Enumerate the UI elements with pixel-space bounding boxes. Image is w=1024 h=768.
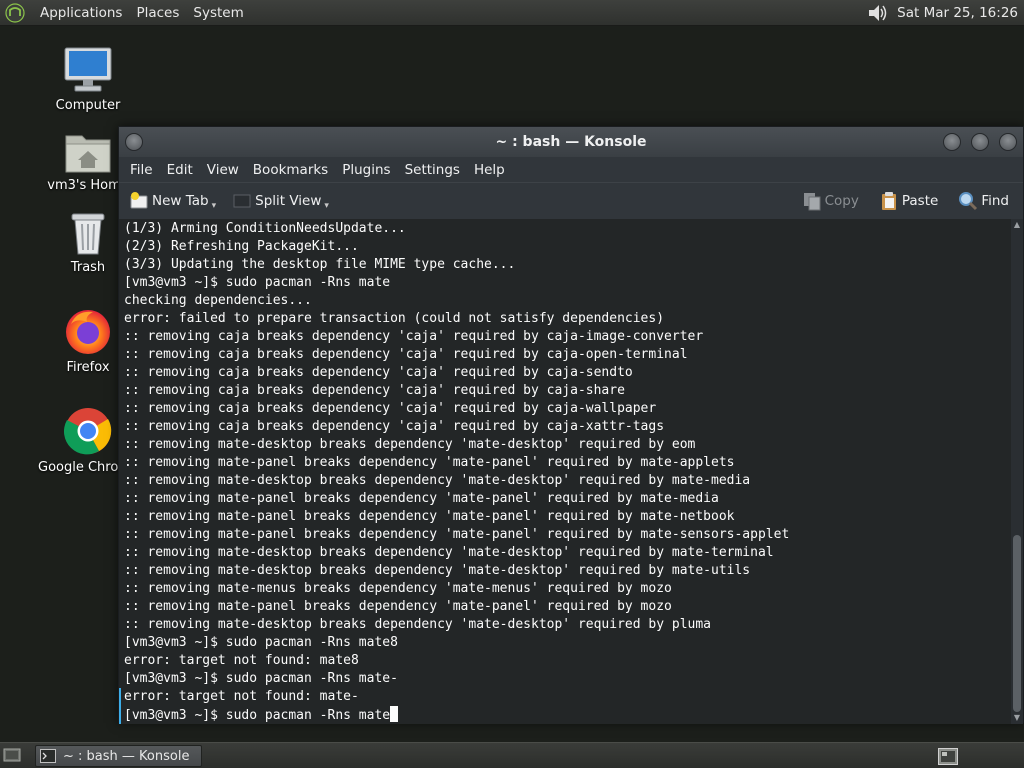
- terminal-line: :: removing mate-panel breaks dependency…: [124, 491, 719, 506]
- terminal-prompt-line[interactable]: [vm3@vm3 ~]$ sudo pacman -Rns mate: [124, 706, 1011, 724]
- scrollbar-thumb[interactable]: [1013, 535, 1021, 712]
- terminal-prompt: [vm3@vm3 ~]$ sudo pacman -Rns mate: [124, 708, 391, 723]
- trash-icon: [71, 213, 105, 255]
- scroll-down-icon[interactable]: ▼: [1011, 712, 1023, 724]
- terminal-line: error: target not found: mate-: [124, 689, 359, 704]
- terminal-line: :: removing mate-menus breaks dependency…: [124, 581, 672, 596]
- menu-bookmarks[interactable]: Bookmarks: [246, 162, 335, 178]
- top-panel: Applications Places System Sat Mar 25, 1…: [0, 0, 1024, 26]
- terminal-line: error: failed to prepare transaction (co…: [124, 311, 665, 326]
- minimize-button[interactable]: [943, 133, 961, 151]
- copy-button[interactable]: Copy: [796, 186, 865, 216]
- menu-edit[interactable]: Edit: [160, 162, 200, 178]
- terminal-line: :: removing caja breaks dependency 'caja…: [124, 419, 665, 434]
- home-folder-icon: [65, 135, 111, 173]
- close-button[interactable]: [999, 133, 1017, 151]
- menu-help[interactable]: Help: [467, 162, 512, 178]
- search-icon: [959, 191, 978, 210]
- firefox-icon: [66, 310, 110, 354]
- applications-menu[interactable]: Applications: [33, 0, 129, 26]
- desktop-icon-label: Computer: [55, 98, 121, 113]
- bottom-panel: ~ : bash — Konsole: [0, 742, 1024, 768]
- terminal-line: (1/3) Arming ConditionNeedsUpdate...: [124, 221, 406, 236]
- chevron-down-icon: ▾: [211, 200, 217, 211]
- new-tab-button[interactable]: New Tab ▾: [123, 186, 222, 216]
- terminal-line: error: target not found: mate8: [124, 653, 359, 668]
- terminal-output[interactable]: (1/3) Arming ConditionNeedsUpdate... (2/…: [119, 219, 1011, 724]
- text-cursor: [390, 706, 399, 722]
- terminal-line: (3/3) Updating the desktop file MIME typ…: [124, 257, 516, 272]
- terminal-line: [vm3@vm3 ~]$ sudo pacman -Rns mate8: [124, 635, 398, 650]
- terminal-line: :: removing mate-panel breaks dependency…: [124, 599, 672, 614]
- terminal-line: :: removing caja breaks dependency 'caja…: [124, 383, 625, 398]
- terminal-line: :: removing mate-panel breaks dependency…: [124, 455, 735, 470]
- find-button[interactable]: Find: [952, 186, 1015, 216]
- chrome-icon: [63, 408, 112, 455]
- new-tab-icon: [130, 191, 148, 208]
- terminal-line: :: removing mate-desktop breaks dependen…: [124, 437, 696, 452]
- terminal-line: [vm3@vm3 ~]$ sudo pacman -Rns mate: [124, 275, 391, 290]
- menu-settings[interactable]: Settings: [398, 162, 467, 178]
- window-titlebar[interactable]: ~ : bash — Konsole: [119, 127, 1023, 157]
- window-menu-button[interactable]: [125, 133, 143, 151]
- terminal-line: :: removing caja breaks dependency 'caja…: [124, 329, 704, 344]
- volume-icon[interactable]: [867, 3, 889, 23]
- terminal-line: :: removing caja breaks dependency 'caja…: [124, 401, 657, 416]
- scroll-up-icon[interactable]: ▲: [1011, 219, 1023, 231]
- chevron-down-icon: ▾: [324, 200, 329, 211]
- terminal-line: :: removing caja breaks dependency 'caja…: [124, 347, 688, 362]
- places-menu[interactable]: Places: [129, 0, 186, 26]
- split-view-icon: [233, 194, 251, 207]
- split-view-button[interactable]: Split View ▾: [226, 186, 335, 216]
- window-title: ~ : bash — Konsole: [495, 134, 647, 150]
- copy-label: Copy: [824, 192, 859, 209]
- taskbar-button-konsole[interactable]: ~ : bash — Konsole: [35, 745, 202, 767]
- menu-view[interactable]: View: [200, 162, 246, 178]
- workspace-switcher-icon[interactable]: [938, 748, 958, 765]
- output-marker: [119, 688, 121, 724]
- desktop-icon-computer[interactable]: Computer: [38, 46, 138, 113]
- menu-plugins[interactable]: Plugins: [335, 162, 397, 178]
- copy-icon: [803, 192, 821, 210]
- system-menu[interactable]: System: [186, 0, 250, 26]
- terminal-line: :: removing mate-panel breaks dependency…: [124, 509, 735, 524]
- terminal-line: (2/3) Refreshing PackageKit...: [124, 239, 359, 254]
- terminal-line: :: removing mate-desktop breaks dependen…: [124, 473, 751, 488]
- mate-menu-logo-icon[interactable]: [5, 2, 25, 23]
- terminal-line: :: removing caja breaks dependency 'caja…: [124, 365, 633, 380]
- menu-bar: File Edit View Bookmarks Plugins Setting…: [119, 157, 1023, 182]
- panel-clock[interactable]: Sat Mar 25, 16:26: [897, 5, 1018, 21]
- terminal-icon: [40, 749, 56, 763]
- paste-label: Paste: [901, 192, 939, 209]
- terminal-line: :: removing mate-panel breaks dependency…: [124, 527, 790, 542]
- find-label: Find: [981, 192, 1009, 209]
- maximize-button[interactable]: [971, 133, 989, 151]
- terminal-line: :: removing mate-desktop breaks dependen…: [124, 563, 751, 578]
- terminal-line: [vm3@vm3 ~]$ sudo pacman -Rns mate-: [124, 671, 398, 686]
- computer-icon: [64, 47, 112, 92]
- taskbar-button-label: ~ : bash — Konsole: [63, 748, 190, 764]
- show-desktop-icon[interactable]: [3, 747, 21, 763]
- terminal-scrollbar[interactable]: ▲ ▼: [1011, 219, 1023, 724]
- paste-icon: [881, 191, 896, 210]
- terminal-line: :: removing mate-desktop breaks dependen…: [124, 617, 711, 632]
- toolbar: New Tab ▾ Split View ▾ Copy Paste Find: [119, 182, 1023, 218]
- paste-button[interactable]: Paste: [873, 186, 944, 216]
- konsole-window: ~ : bash — Konsole File Edit View Bookma…: [118, 126, 1024, 724]
- terminal-line: checking dependencies...: [124, 293, 312, 308]
- split-view-label: Split View: [255, 192, 322, 209]
- terminal-line: :: removing mate-desktop breaks dependen…: [124, 545, 774, 560]
- new-tab-label: New Tab: [152, 192, 209, 209]
- menu-file[interactable]: File: [123, 162, 160, 178]
